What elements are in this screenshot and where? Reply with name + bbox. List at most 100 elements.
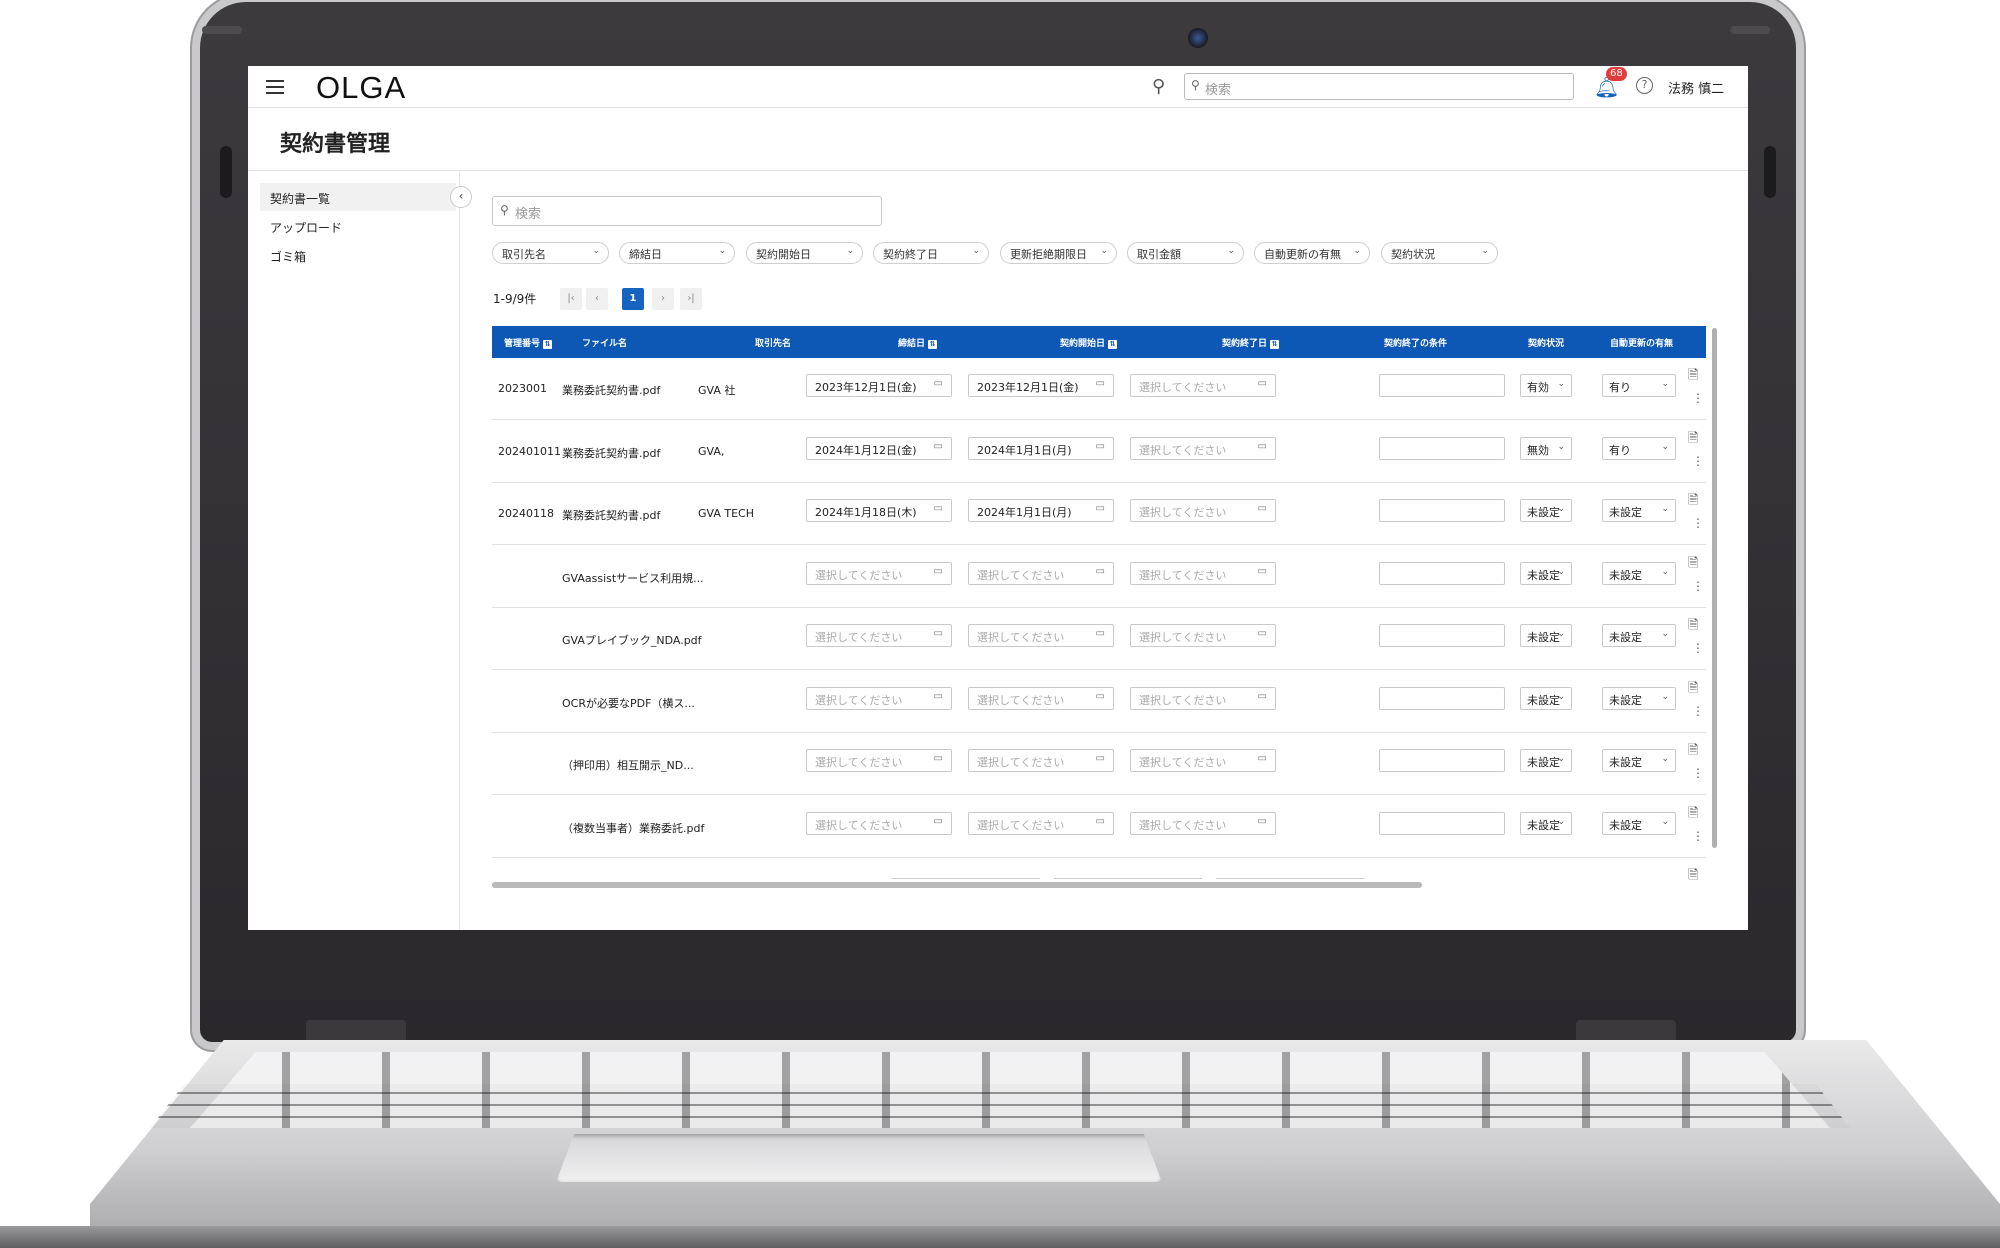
document-icon[interactable]: 🗎︎ xyxy=(1688,804,1698,826)
start-date-picker[interactable]: 選択してください ▭ xyxy=(968,811,1114,835)
end-condition-input[interactable] xyxy=(1379,749,1505,772)
more-options-icon[interactable]: ⋮ xyxy=(1692,517,1704,529)
file-name-link[interactable]: OCRが必要なPDF（横ス... xyxy=(562,695,695,711)
end-condition-input[interactable] xyxy=(1379,436,1505,460)
end-date-picker[interactable]: 選択してください ▭ xyxy=(1130,686,1276,710)
filter-contract-status[interactable]: 契約状況 ⌄ xyxy=(1381,242,1498,264)
auto-renewal-select[interactable]: 未設定 ⌄ xyxy=(1602,561,1676,585)
sort-icon[interactable]: ⇅ xyxy=(1108,340,1118,349)
table-row[interactable]: OCRが必要なPDF（横ス... 選択してください ▭ 選択してください ▭ 選択してくだ… xyxy=(492,671,1706,733)
contract-status-select[interactable]: 未設定 ⌄ xyxy=(1520,499,1572,522)
filter-start-date[interactable]: 契約開始日 ⌄ xyxy=(746,242,863,264)
file-name-link[interactable]: 業務委託契約書.pdf xyxy=(562,382,660,398)
table-row[interactable]: GVAassistサービス利用規... 選択してください ▭ 選択してください ▭ 選択し… xyxy=(492,546,1706,608)
page-number-button[interactable]: 1 xyxy=(622,288,644,310)
auto-renewal-select[interactable]: 未設定 ⌄ xyxy=(1602,499,1676,522)
contract-status-select[interactable]: 未設定 ⌄ xyxy=(1520,749,1572,772)
file-name-link[interactable]: GVAassistサービス利用規... xyxy=(562,570,704,586)
start-date-picker[interactable]: 選択してください ▭ xyxy=(968,624,1114,647)
person-search-icon[interactable]: ⚲ xyxy=(1152,76,1165,97)
start-date-picker[interactable]: 2023年12月1日(金) ▭ xyxy=(968,374,1114,397)
user-name[interactable]: 法務 慎二 xyxy=(1668,78,1724,97)
last-page-button[interactable]: ›| xyxy=(680,288,702,310)
auto-renewal-select[interactable]: 未設定 ⌄ xyxy=(1602,811,1676,835)
file-name-link[interactable]: （複数当事者）業務委託.pdf xyxy=(562,820,704,836)
sort-icon[interactable]: ⇅ xyxy=(543,340,553,349)
end-date-picker[interactable]: 選択してください ▭ xyxy=(1130,374,1276,397)
auto-renewal-select[interactable]: 未設定 ⌄ xyxy=(1602,749,1676,772)
document-icon[interactable]: 🗎︎ xyxy=(1688,741,1698,763)
end-condition-input[interactable] xyxy=(1379,499,1505,522)
contract-status-select[interactable]: 未設定 ⌄ xyxy=(1520,561,1572,585)
contract-status-select[interactable]: 未設定 ⌄ xyxy=(1520,624,1572,647)
help-icon[interactable]: ? xyxy=(1636,77,1653,94)
table-row[interactable]: 202401011 業務委託契約書.pdf GVA, 2024年1月12日(金) ▭ 20… xyxy=(492,421,1706,483)
signed-date-picker[interactable]: 選択してください ▭ xyxy=(806,624,952,647)
contract-status-select[interactable]: 有効 ⌄ xyxy=(1520,374,1572,397)
document-icon[interactable]: 🗎︎ xyxy=(1688,616,1698,638)
more-options-icon[interactable]: ⋮ xyxy=(1692,580,1704,592)
contract-search-input[interactable]: ⚲ 検索 xyxy=(492,196,882,226)
end-condition-input[interactable] xyxy=(1379,811,1505,835)
auto-renewal-select[interactable]: 未設定 ⌄ xyxy=(1602,686,1676,710)
prev-page-button[interactable]: ‹ xyxy=(586,288,608,310)
file-name-link[interactable]: 業務委託契約書.pdf xyxy=(562,507,660,523)
column-header[interactable]: 契約開始日 ⇅ xyxy=(1060,336,1118,349)
end-condition-input[interactable] xyxy=(1379,624,1505,647)
document-icon[interactable]: 🗎︎ xyxy=(1688,866,1698,888)
filter-amount[interactable]: 取引金額 ⌄ xyxy=(1127,242,1244,264)
auto-renewal-select[interactable]: 未設定 ⌄ xyxy=(1602,624,1676,647)
start-date-picker[interactable]: 2024年1月1日(月) ▭ xyxy=(968,436,1114,460)
signed-date-picker[interactable]: 選択してください ▭ xyxy=(806,749,952,772)
contract-status-select[interactable]: 未設定 ⌄ xyxy=(1520,686,1572,710)
table-row[interactable]: （複数当事者）業務委託.pdf 選択してください ▭ 選択してください ▭ 選択してくださ… xyxy=(492,796,1706,858)
end-date-picker[interactable]: 選択してください ▭ xyxy=(1130,436,1276,460)
column-header[interactable]: 契約終了日 ⇅ xyxy=(1222,336,1280,349)
filter-auto-renewal[interactable]: 自動更新の有無 ⌄ xyxy=(1254,242,1370,264)
start-date-picker[interactable]: 2024年1月1日(月) ▭ xyxy=(968,499,1114,522)
document-icon[interactable]: 🗎︎ xyxy=(1688,679,1698,701)
sidebar-item-upload[interactable]: アップロード xyxy=(260,212,456,240)
auto-renewal-select[interactable]: 有り ⌄ xyxy=(1602,436,1676,460)
document-icon[interactable]: 🗎︎ xyxy=(1688,429,1698,451)
sort-icon[interactable]: ⇅ xyxy=(928,340,938,349)
end-condition-input[interactable] xyxy=(1379,561,1505,585)
first-page-button[interactable]: |‹ xyxy=(560,288,582,310)
end-condition-input[interactable] xyxy=(1379,686,1505,710)
sidebar-collapse-button[interactable]: ‹ xyxy=(450,186,472,208)
hamburger-menu-icon[interactable] xyxy=(266,80,284,94)
signed-date-picker[interactable]: 2024年1月18日(木) ▭ xyxy=(806,499,952,522)
sidebar-item-contract-list[interactable]: 契約書一覧 xyxy=(260,183,456,211)
more-options-icon[interactable]: ⋮ xyxy=(1692,642,1704,654)
more-options-icon[interactable]: ⋮ xyxy=(1692,455,1704,467)
more-options-icon[interactable]: ⋮ xyxy=(1692,767,1704,779)
signed-date-picker[interactable]: 選択してください ▭ xyxy=(806,561,952,585)
header-search-input[interactable]: ⚲ 検索 xyxy=(1184,73,1574,100)
filter-partner[interactable]: 取引先名 ⌄ xyxy=(492,242,609,264)
more-options-icon[interactable]: ⋮ xyxy=(1692,705,1704,717)
end-date-picker[interactable]: 選択してください ▭ xyxy=(1130,561,1276,585)
document-icon[interactable]: 🗎︎ xyxy=(1688,554,1698,576)
start-date-picker[interactable]: 選択してください ▭ xyxy=(968,561,1114,585)
file-name-link[interactable]: GVAプレイブック_NDA.pdf xyxy=(562,632,702,648)
filter-signed-date[interactable]: 締結日 ⌄ xyxy=(619,242,735,264)
end-date-picker[interactable]: 選択してください ▭ xyxy=(1130,499,1276,522)
end-date-picker[interactable]: 選択してください ▭ xyxy=(1130,624,1276,647)
document-icon[interactable]: 🗎︎ xyxy=(1688,491,1698,513)
filter-end-date[interactable]: 契約終了日 ⌄ xyxy=(873,242,989,264)
document-icon[interactable]: 🗎︎ xyxy=(1688,366,1698,388)
signed-date-picker[interactable]: 2023年12月1日(金) ▭ xyxy=(806,374,952,397)
file-name-link[interactable]: 業務委託契約書.pdf xyxy=(562,445,660,461)
more-options-icon[interactable]: ⋮ xyxy=(1692,830,1704,842)
vertical-scrollbar[interactable] xyxy=(1712,328,1717,848)
end-date-picker[interactable]: 選択してください ▭ xyxy=(1130,749,1276,772)
next-page-button[interactable]: › xyxy=(652,288,674,310)
contract-status-select[interactable]: 未設定 ⌄ xyxy=(1520,811,1572,835)
filter-renewal-deadline[interactable]: 更新拒絶期限日 ⌄ xyxy=(1000,242,1117,264)
end-date-picker[interactable]: 選択してください ▭ xyxy=(1130,811,1276,835)
sort-icon[interactable]: ⇅ xyxy=(1270,340,1280,349)
table-row[interactable]: 2023001 業務委託契約書.pdf GVA 社 2023年12月1日(金) ▭ 202… xyxy=(492,358,1706,420)
table-row[interactable]: （押印用）相互開示_ND... 選択してください ▭ 選択してください ▭ 選択してくださ… xyxy=(492,733,1706,795)
sidebar-item-trash[interactable]: ゴミ箱 xyxy=(260,241,456,269)
more-options-icon[interactable]: ⋮ xyxy=(1692,392,1704,404)
